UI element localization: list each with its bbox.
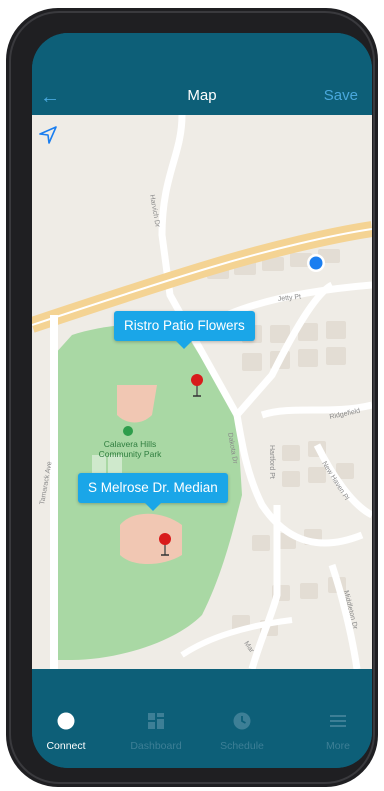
map-view[interactable]: Harvich Dr Jetty Pt Dakota Dr Hartford P… [32, 115, 372, 669]
tab-schedule[interactable]: Schedule [202, 711, 282, 752]
clock-icon [233, 712, 251, 730]
pin-callout[interactable]: S Melrose Dr. Median [78, 473, 228, 511]
pin-callout[interactable]: Ristro Patio Flowers [114, 311, 255, 349]
tab-label: More [326, 740, 350, 752]
tab-label: Schedule [220, 740, 264, 752]
save-button[interactable]: Save [324, 87, 358, 104]
tab-label: Dashboard [130, 740, 182, 752]
tab-connect[interactable]: Connect [32, 711, 106, 752]
tab-bar: Connect Dashboard Schedule More [32, 669, 372, 768]
ball-field [120, 513, 182, 564]
street-label: Hartford Pt [268, 445, 275, 479]
grid-icon [148, 713, 164, 729]
app-screen: ← Map Save Harvich Dr Jetty Pt Dakota Dr… [32, 33, 372, 768]
tab-more[interactable]: More [298, 711, 372, 752]
location-arrow-icon[interactable] [36, 123, 60, 147]
nav-header: ← Map Save [32, 33, 372, 115]
page-title: Map [187, 87, 217, 104]
map-canvas[interactable]: Harvich Dr Jetty Pt Dakota Dr Hartford P… [32, 115, 372, 669]
tab-dashboard[interactable]: Dashboard [116, 711, 196, 752]
tab-label: Connect [46, 740, 86, 752]
menu-icon [330, 715, 346, 727]
park-icon [123, 426, 133, 436]
user-location-icon [309, 256, 323, 270]
park-label: Community Park [99, 449, 163, 459]
circle-icon [57, 712, 75, 730]
park-label: Calavera Hills [104, 439, 156, 449]
